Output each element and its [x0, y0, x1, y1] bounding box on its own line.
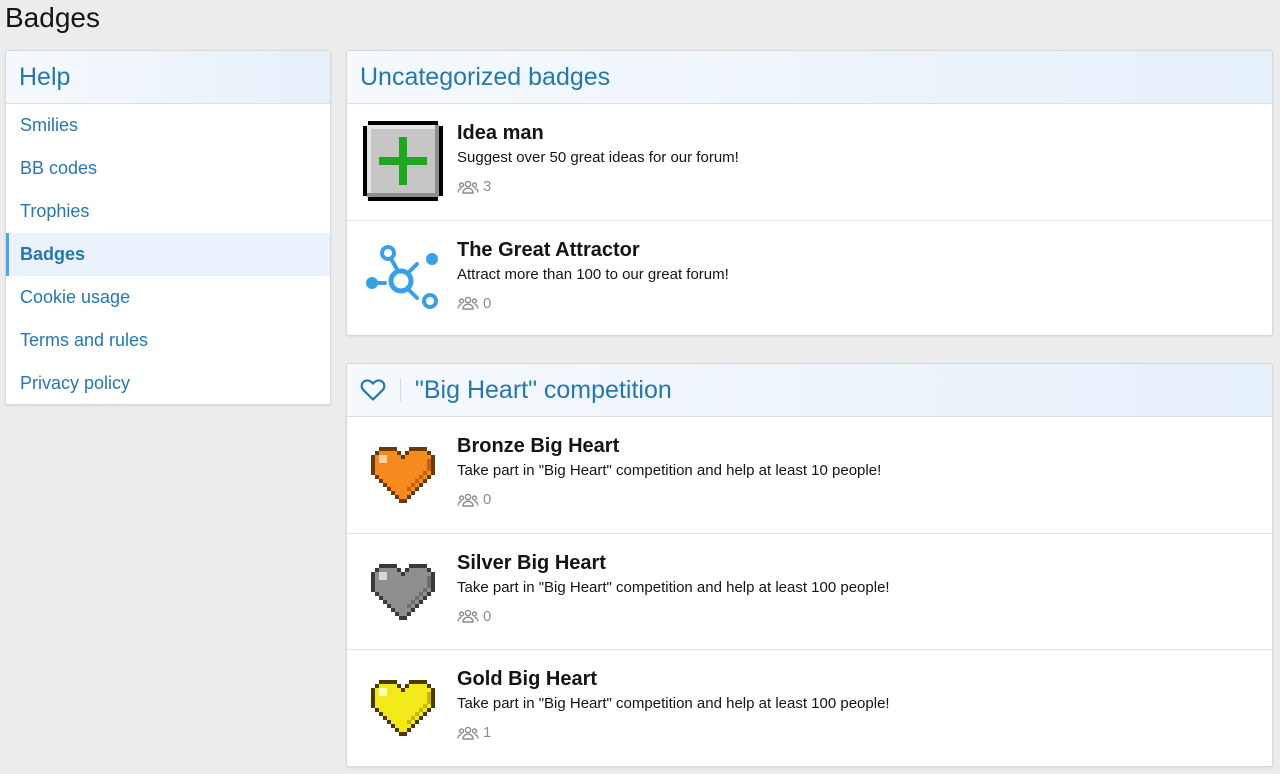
badge-holders-count[interactable]: 1	[457, 724, 890, 741]
users-icon	[457, 726, 479, 740]
count-value: 0	[483, 491, 492, 508]
category-title[interactable]: Uncategorized badges	[360, 63, 610, 92]
badge-row: Idea man Suggest over 50 great ideas for…	[347, 104, 1272, 221]
sidebar-item-cookie-usage[interactable]: Cookie usage	[6, 276, 330, 319]
network-nodes-icon	[366, 244, 438, 309]
badge-holders-count[interactable]: 0	[457, 295, 729, 312]
page-title: Badges	[5, 2, 100, 33]
category-header: Uncategorized badges	[347, 51, 1272, 104]
sidebar-item-bb-codes[interactable]: BB codes	[6, 147, 330, 190]
badge-category-uncategorized: Uncategorized badges Idea man Suggest ov…	[346, 50, 1273, 336]
badge-row: The Great Attractor Attract more than 10…	[347, 221, 1272, 338]
sidebar-nav: Smilies BB codes Trophies Badges Cookie …	[6, 104, 330, 405]
badge-description: Take part in "Big Heart" competition and…	[457, 462, 882, 479]
badge-info: The Great Attractor Attract more than 10…	[457, 237, 729, 312]
sidebar-item-trophies[interactable]: Trophies	[6, 190, 330, 233]
badge-holders-count[interactable]: 0	[457, 608, 890, 625]
sidebar-item-privacy[interactable]: Privacy policy	[6, 362, 330, 405]
sidebar-title: Help	[19, 62, 71, 91]
silver-heart-icon	[371, 563, 435, 620]
count-value: 0	[483, 294, 492, 312]
heart-outline-icon	[360, 377, 386, 403]
badge-info: Silver Big Heart Take part in "Big Heart…	[457, 550, 890, 625]
users-icon	[457, 493, 479, 507]
count-value: 1	[483, 724, 492, 741]
users-icon	[457, 296, 479, 310]
badge-name[interactable]: The Great Attractor	[457, 237, 729, 263]
gold-heart-icon	[371, 680, 435, 736]
badge-description: Take part in "Big Heart" competition and…	[457, 578, 890, 596]
badge-name[interactable]: Gold Big Heart	[457, 666, 890, 692]
sidebar-item-terms[interactable]: Terms and rules	[6, 319, 330, 362]
users-icon	[457, 180, 479, 194]
count-value: 0	[483, 607, 492, 625]
sidebar-header: Help	[6, 51, 330, 104]
help-sidebar: Help Smilies BB codes Trophies Badges Co…	[5, 50, 331, 405]
badge-row: Silver Big Heart Take part in "Big Heart…	[347, 534, 1272, 650]
badge-info: Gold Big Heart Take part in "Big Heart" …	[457, 666, 890, 741]
plus-badge-icon	[360, 118, 446, 204]
badge-name[interactable]: Bronze Big Heart	[457, 433, 881, 459]
sidebar-item-label: Terms and rules	[20, 330, 149, 350]
sidebar-item-smilies[interactable]: Smilies	[6, 104, 330, 147]
badge-name[interactable]: Silver Big Heart	[457, 550, 890, 576]
badge-description: Suggest over 50 great ideas for our foru…	[457, 149, 739, 166]
sidebar-item-label: Smilies	[20, 115, 79, 135]
sidebar-item-label: Trophies	[20, 201, 90, 221]
badge-description: Take part in "Big Heart" competition and…	[457, 695, 890, 712]
badge-info: Idea man Suggest over 50 great ideas for…	[457, 120, 739, 195]
sidebar-item-label: Badges	[20, 244, 86, 264]
users-icon	[457, 609, 479, 623]
bronze-heart-icon	[371, 447, 435, 503]
badge-description: Attract more than 100 to our great forum…	[457, 265, 729, 283]
badge-row: Bronze Big Heart Take part in "Big Heart…	[347, 417, 1272, 534]
sidebar-item-label: BB codes	[20, 158, 98, 178]
sidebar-item-badges[interactable]: Badges	[6, 233, 330, 276]
category-title[interactable]: "Big Heart" competition	[415, 376, 672, 405]
sidebar-item-label: Cookie usage	[20, 287, 131, 307]
header-divider	[400, 378, 401, 402]
badge-category-big-heart: "Big Heart" competition Bronze Big Heart…	[346, 363, 1273, 767]
badge-holders-count[interactable]: 0	[457, 491, 881, 508]
sidebar-item-label: Privacy policy	[20, 373, 131, 393]
badge-row: Gold Big Heart Take part in "Big Heart" …	[347, 650, 1272, 767]
badge-name[interactable]: Idea man	[457, 120, 739, 146]
badge-info: Bronze Big Heart Take part in "Big Heart…	[457, 433, 881, 508]
badge-holders-count[interactable]: 3	[457, 178, 739, 195]
count-value: 3	[483, 178, 492, 195]
category-header: "Big Heart" competition	[347, 364, 1272, 417]
